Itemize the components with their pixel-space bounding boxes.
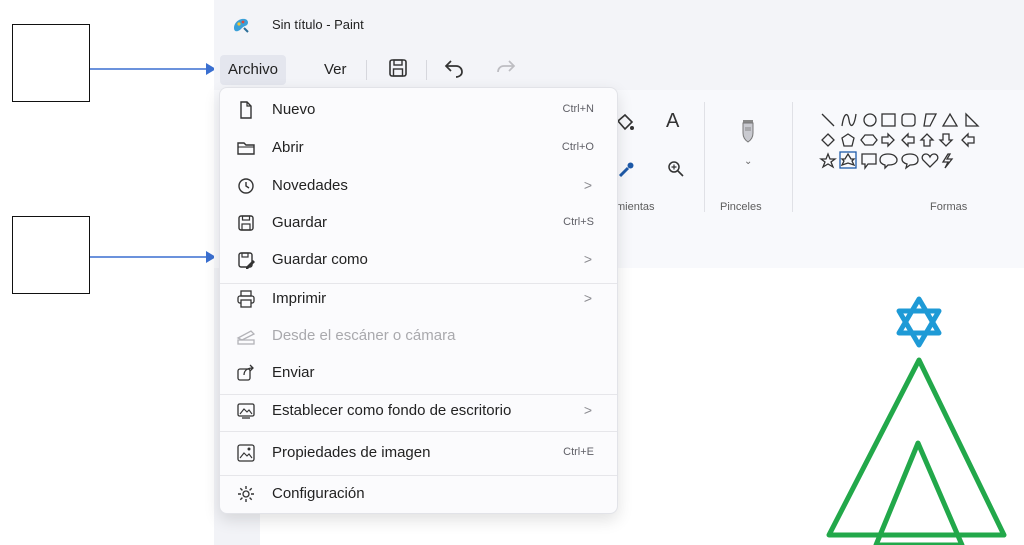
file-menu-label: Abrir (272, 139, 304, 156)
shapes-gallery[interactable] (818, 110, 1024, 178)
file-menu-label: Guardar (272, 214, 328, 231)
undo-icon[interactable] (442, 56, 466, 80)
shortcut-label: Ctrl+S (563, 216, 594, 228)
file-menu-item-from-scanner: Desde el escáner o cámara (226, 318, 610, 354)
file-menu-label: Enviar (272, 364, 315, 381)
drawn-star-triangle-up (896, 296, 942, 336)
shape-arrow-right (881, 132, 895, 148)
shape-arrow-extra (961, 132, 975, 148)
shape-rounded-rectangle (901, 113, 916, 127)
file-menu-dropdown: Nuevo Ctrl+N Abrir Ctrl+O Novedades > Gu… (219, 87, 618, 514)
share-icon (237, 364, 254, 381)
save-icon (238, 215, 254, 231)
shape-hexagon (860, 134, 878, 146)
shape-line (821, 113, 835, 127)
file-menu-label: Guardar como (272, 251, 368, 268)
new-file-icon (240, 101, 252, 119)
ribbon-brushes-label: Pinceles (720, 201, 762, 213)
ribbon-separator (704, 102, 705, 212)
file-menu-item-send[interactable]: Enviar (226, 355, 610, 391)
shape-arrow-down (938, 133, 954, 147)
shape-arrow-up (919, 133, 935, 147)
title-bar: Sin título - Paint (214, 0, 1024, 46)
file-menu-label: Novedades (272, 177, 348, 194)
menu-view[interactable]: Ver (316, 55, 355, 85)
annotation-arrows (90, 63, 216, 263)
brush-dropdown-chevron-icon[interactable]: ⌄ (744, 156, 752, 167)
menu-bar: Archivo Ver (214, 46, 1024, 90)
menu-file[interactable]: Archivo (220, 55, 287, 85)
menu-separator (366, 60, 367, 80)
file-menu-item-whats-new[interactable]: Novedades > (226, 168, 610, 204)
file-menu-label: Nuevo (272, 101, 316, 118)
drawn-tree-inner-triangle (873, 440, 965, 545)
ribbon-shapes-label: Formas (930, 201, 968, 213)
shape-heart (921, 153, 939, 168)
file-menu-item-image-properties[interactable]: Propiedades de imagen Ctrl+E (226, 435, 610, 471)
chevron-right-icon: > (583, 290, 592, 306)
paint-app-icon (234, 18, 249, 33)
ribbon-tools-label: mientas (616, 201, 655, 213)
scanner-icon (236, 330, 256, 345)
shape-curve (841, 113, 857, 127)
shape-triangle (941, 112, 959, 127)
file-menu-label: Desde el escáner o cámara (272, 327, 456, 344)
chevron-right-icon: > (583, 402, 592, 418)
file-menu-item-open[interactable]: Abrir Ctrl+O (226, 130, 610, 166)
folder-icon (237, 142, 255, 155)
magnifier-icon[interactable] (667, 160, 685, 178)
file-menu-label: Establecer como fondo de escritorio (272, 402, 512, 419)
file-menu-item-settings[interactable]: Configuración (226, 476, 610, 512)
file-menu-item-save[interactable]: Guardar Ctrl+S (226, 205, 610, 241)
chevron-right-icon: > (583, 251, 592, 267)
shape-diamond (821, 133, 835, 147)
shape-pentagon (841, 133, 855, 147)
shape-callout-round (879, 153, 898, 170)
brush-icon[interactable] (740, 118, 756, 146)
file-menu-label: Imprimir (272, 290, 327, 307)
shape-star (819, 152, 837, 169)
save-icon[interactable] (386, 56, 410, 80)
shape-arrow-left (901, 132, 915, 148)
save-as-icon (238, 252, 255, 269)
file-menu-item-new[interactable]: Nuevo Ctrl+N (226, 92, 610, 128)
ribbon-separator (792, 102, 793, 212)
shortcut-label: Ctrl+E (563, 446, 594, 458)
printer-icon (237, 290, 255, 308)
shape-oval (863, 113, 877, 127)
file-menu-item-set-as-background[interactable]: Establecer como fondo de escritorio > (226, 393, 610, 429)
file-menu-item-save-as[interactable]: Guardar como > (226, 242, 610, 278)
text-tool-icon[interactable]: A (666, 110, 679, 133)
redo-icon[interactable] (494, 56, 518, 80)
file-menu-label: Propiedades de imagen (272, 444, 431, 461)
shape-callout-rect (861, 153, 877, 170)
shape-lightning (941, 153, 954, 169)
drawn-star-triangle-down (896, 308, 942, 348)
shape-right-triangle (965, 112, 980, 127)
color-picker-icon[interactable] (616, 160, 636, 180)
shape-callout-cloud (901, 153, 919, 170)
shortcut-label: Ctrl+O (561, 141, 594, 153)
shape-rectangle (881, 113, 896, 127)
file-menu-item-print[interactable]: Imprimir > (226, 281, 610, 317)
desktop-background-icon (237, 403, 255, 419)
clock-icon (238, 178, 254, 194)
canvas-drawing (826, 296, 1007, 545)
window-title: Sin título - Paint (272, 17, 364, 32)
menu-separator (220, 431, 617, 432)
chevron-right-icon: > (583, 177, 592, 193)
file-menu-label: Configuración (272, 485, 365, 502)
shortcut-label: Ctrl+N (562, 103, 594, 115)
shape-polygon (923, 113, 938, 127)
gear-icon (238, 486, 254, 502)
shape-six-point-star (840, 152, 856, 167)
menu-separator (426, 60, 427, 80)
image-properties-icon (237, 444, 255, 462)
